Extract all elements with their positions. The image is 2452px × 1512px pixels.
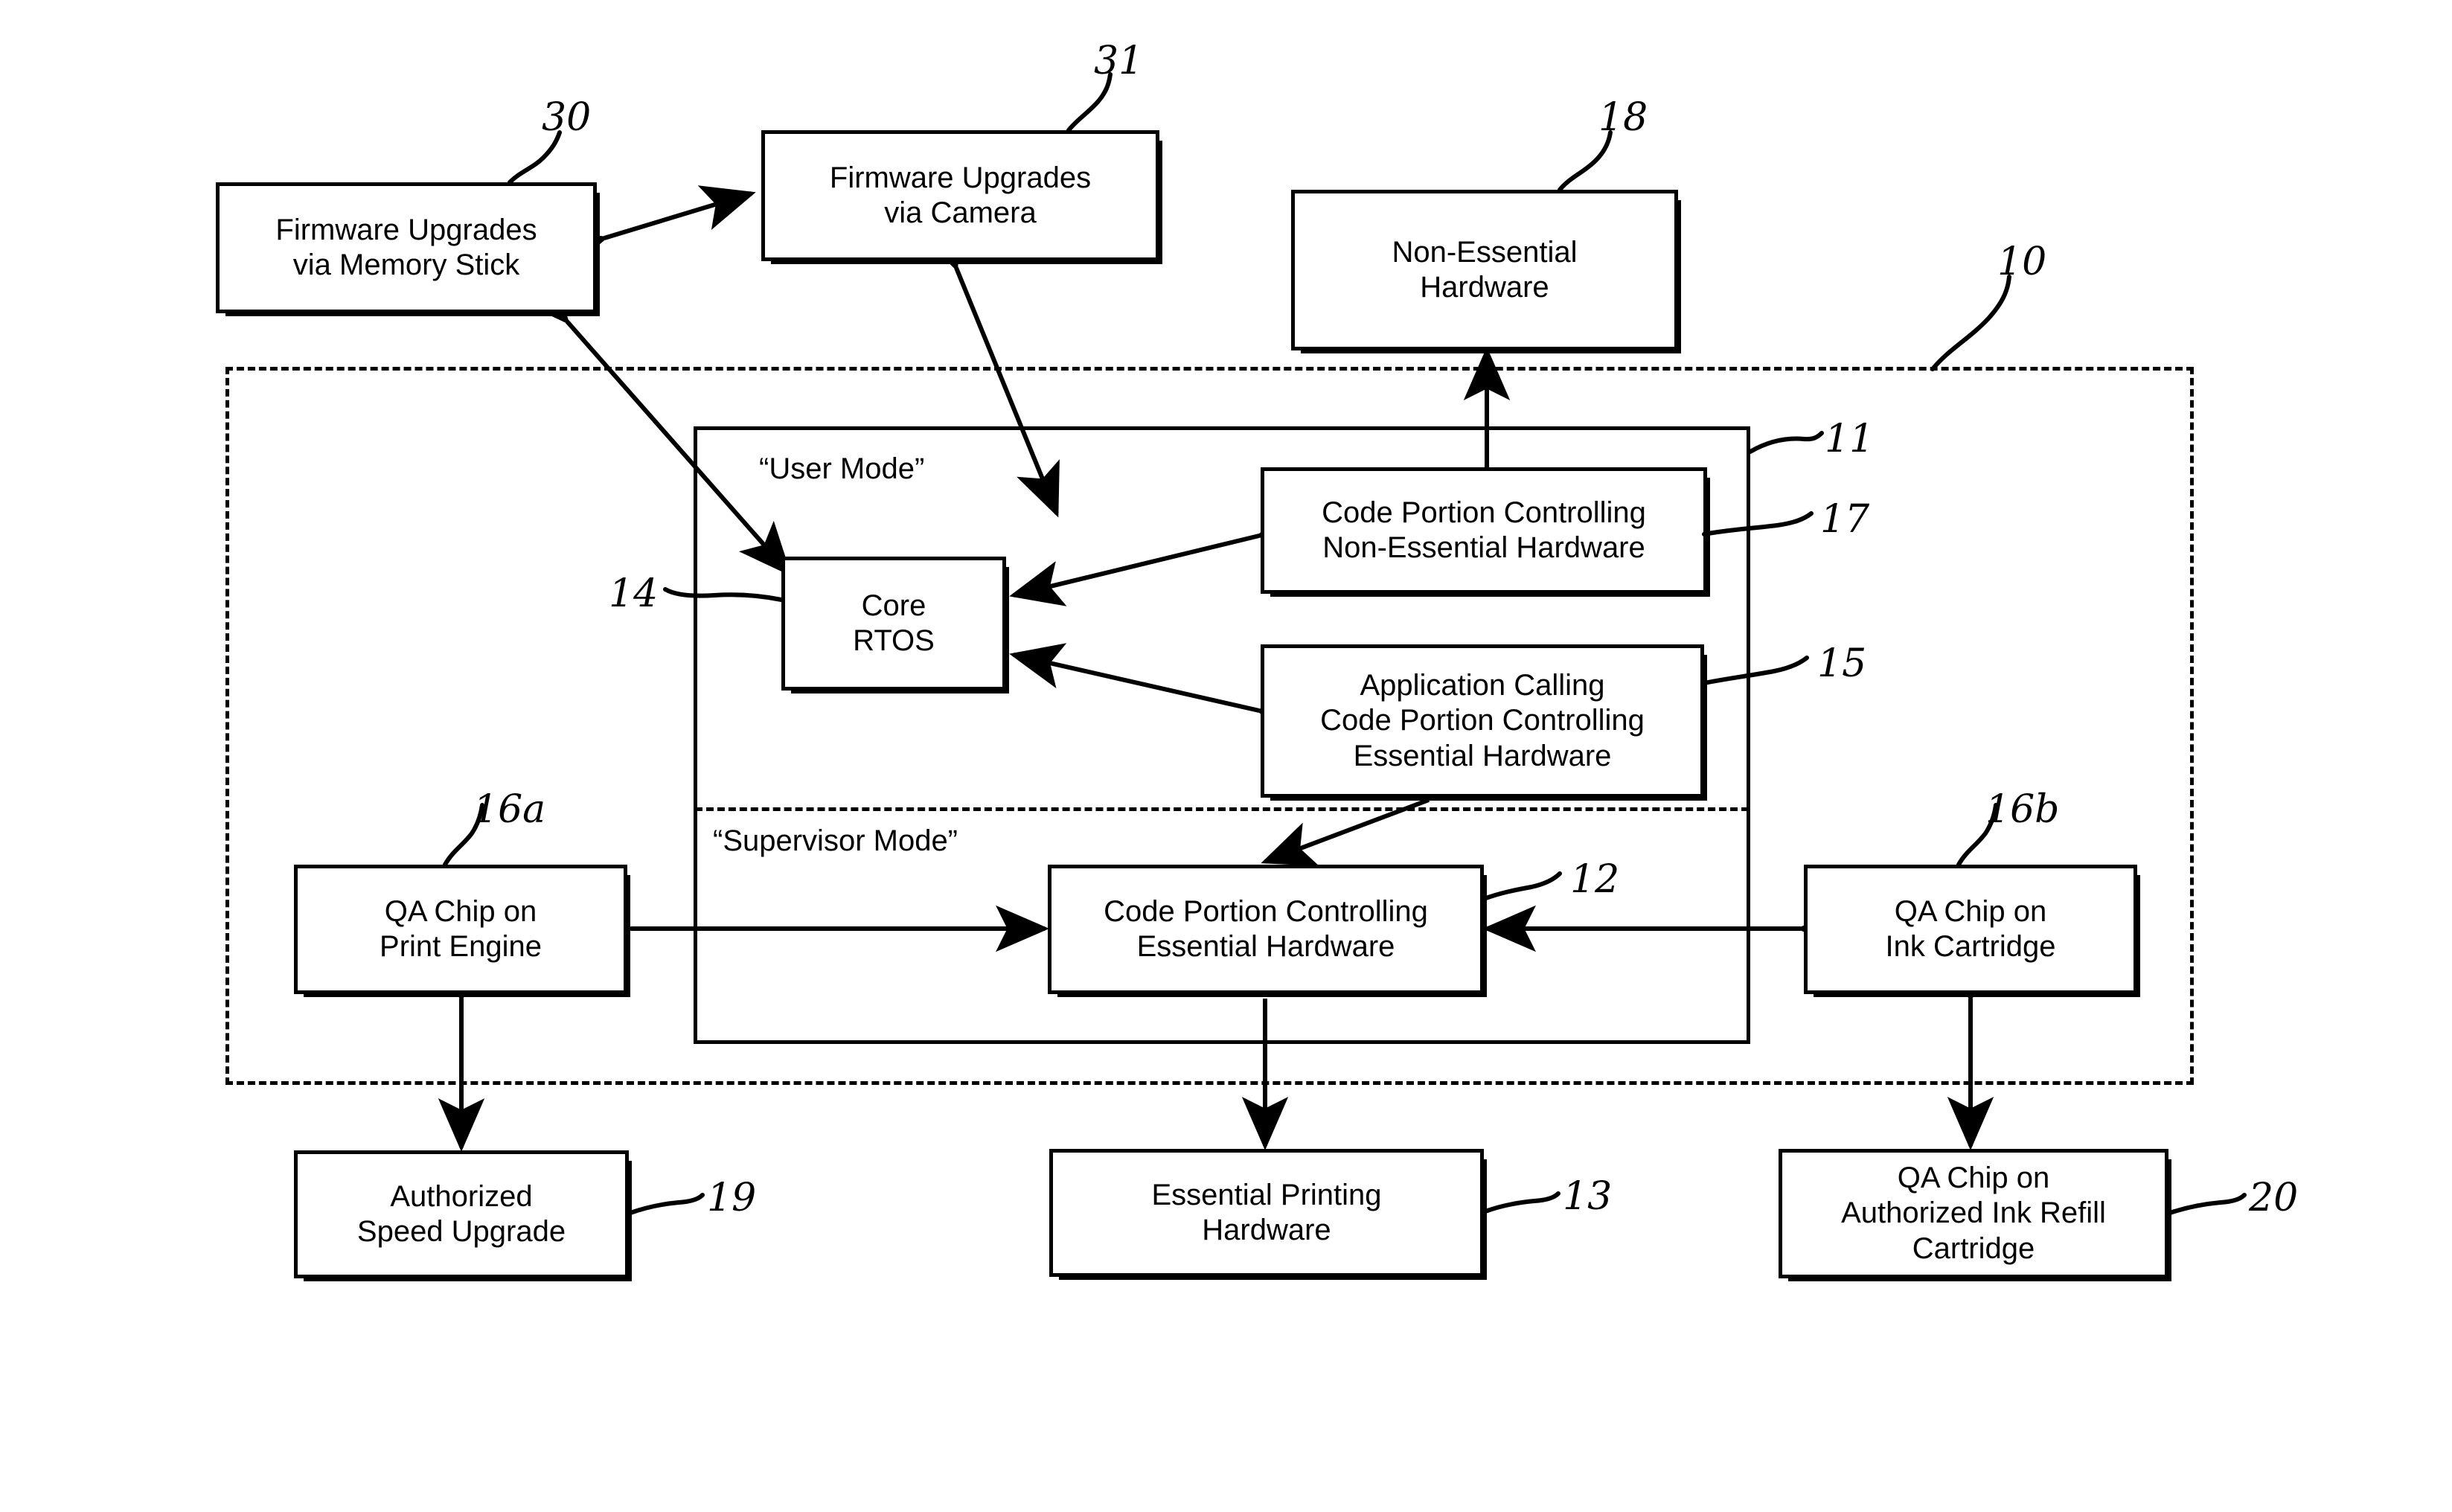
node-label: Code Portion Controlling Essential Hardw… <box>1104 894 1428 963</box>
node-essential-printing-hardware[interactable]: Essential Printing Hardware <box>1049 1149 1487 1280</box>
node-firmware-upgrades-camera[interactable]: Firmware Upgrades via Camera <box>761 130 1162 264</box>
ref-numeral-13: 13 <box>1563 1174 1613 1219</box>
supervisor-mode-caption: “Supervisor Mode” <box>713 824 958 857</box>
node-authorized-speed-upgrade[interactable]: Authorized Speed Upgrade <box>294 1150 632 1281</box>
node-label: Core RTOS <box>853 589 935 657</box>
node-qa-chip-print-engine[interactable]: QA Chip on Print Engine <box>294 865 630 997</box>
ref-numeral-10: 10 <box>1997 240 2047 284</box>
ref-numeral-17: 17 <box>1820 497 1870 542</box>
ref-numeral-16b: 16b <box>1985 787 2060 832</box>
ref-numeral-14: 14 <box>609 571 659 616</box>
node-label: Application Calling Code Portion Control… <box>1320 669 1645 772</box>
ref-numeral-20: 20 <box>2249 1176 2299 1220</box>
node-core-rtos[interactable]: Core RTOS <box>781 557 1009 693</box>
ref-numeral-18: 18 <box>1598 95 1648 140</box>
node-label: QA Chip on Ink Cartridge <box>1885 894 2056 963</box>
node-label: Essential Printing Hardware <box>1151 1178 1382 1246</box>
ref-numeral-19: 19 <box>707 1176 757 1220</box>
user-mode-caption: “User Mode” <box>759 452 925 485</box>
ref-numeral-30: 30 <box>542 95 592 140</box>
node-label: QA Chip on Print Engine <box>380 894 542 963</box>
figure-canvas: “User Mode” “Supervisor Mode” Firmware U… <box>0 0 2452 1512</box>
node-non-essential-hardware[interactable]: Non-Essential Hardware <box>1291 190 1681 353</box>
node-firmware-upgrades-memory-stick[interactable]: Firmware Upgrades via Memory Stick <box>216 182 600 316</box>
ref-numeral-16a: 16a <box>473 787 546 832</box>
ref-numeral-31: 31 <box>1094 39 1144 83</box>
node-code-portion-controlling-non-essential-hardware[interactable]: Code Portion Controlling Non-Essential H… <box>1261 467 1710 597</box>
node-label: Firmware Upgrades via Camera <box>829 161 1092 229</box>
ref-numeral-12: 12 <box>1570 857 1620 902</box>
node-label: QA Chip on Authorized Ink Refill Cartrid… <box>1841 1162 2106 1265</box>
node-label: Firmware Upgrades via Memory Stick <box>275 213 537 281</box>
node-label: Code Portion Controlling Non-Essential H… <box>1322 496 1646 564</box>
ref-numeral-11: 11 <box>1825 417 1875 461</box>
node-code-portion-controlling-essential-hardware[interactable]: Code Portion Controlling Essential Hardw… <box>1048 865 1487 997</box>
mode-divider <box>695 807 1749 811</box>
node-label: Non-Essential Hardware <box>1392 235 1578 304</box>
node-qa-chip-authorized-ink-refill-cartridge[interactable]: QA Chip on Authorized Ink Refill Cartrid… <box>1779 1149 2171 1281</box>
ref-numeral-15: 15 <box>1817 641 1867 686</box>
node-application-calling-code-portion[interactable]: Application Calling Code Portion Control… <box>1261 644 1707 801</box>
node-qa-chip-ink-cartridge[interactable]: QA Chip on Ink Cartridge <box>1804 865 2140 997</box>
node-label: Authorized Speed Upgrade <box>356 1179 566 1248</box>
